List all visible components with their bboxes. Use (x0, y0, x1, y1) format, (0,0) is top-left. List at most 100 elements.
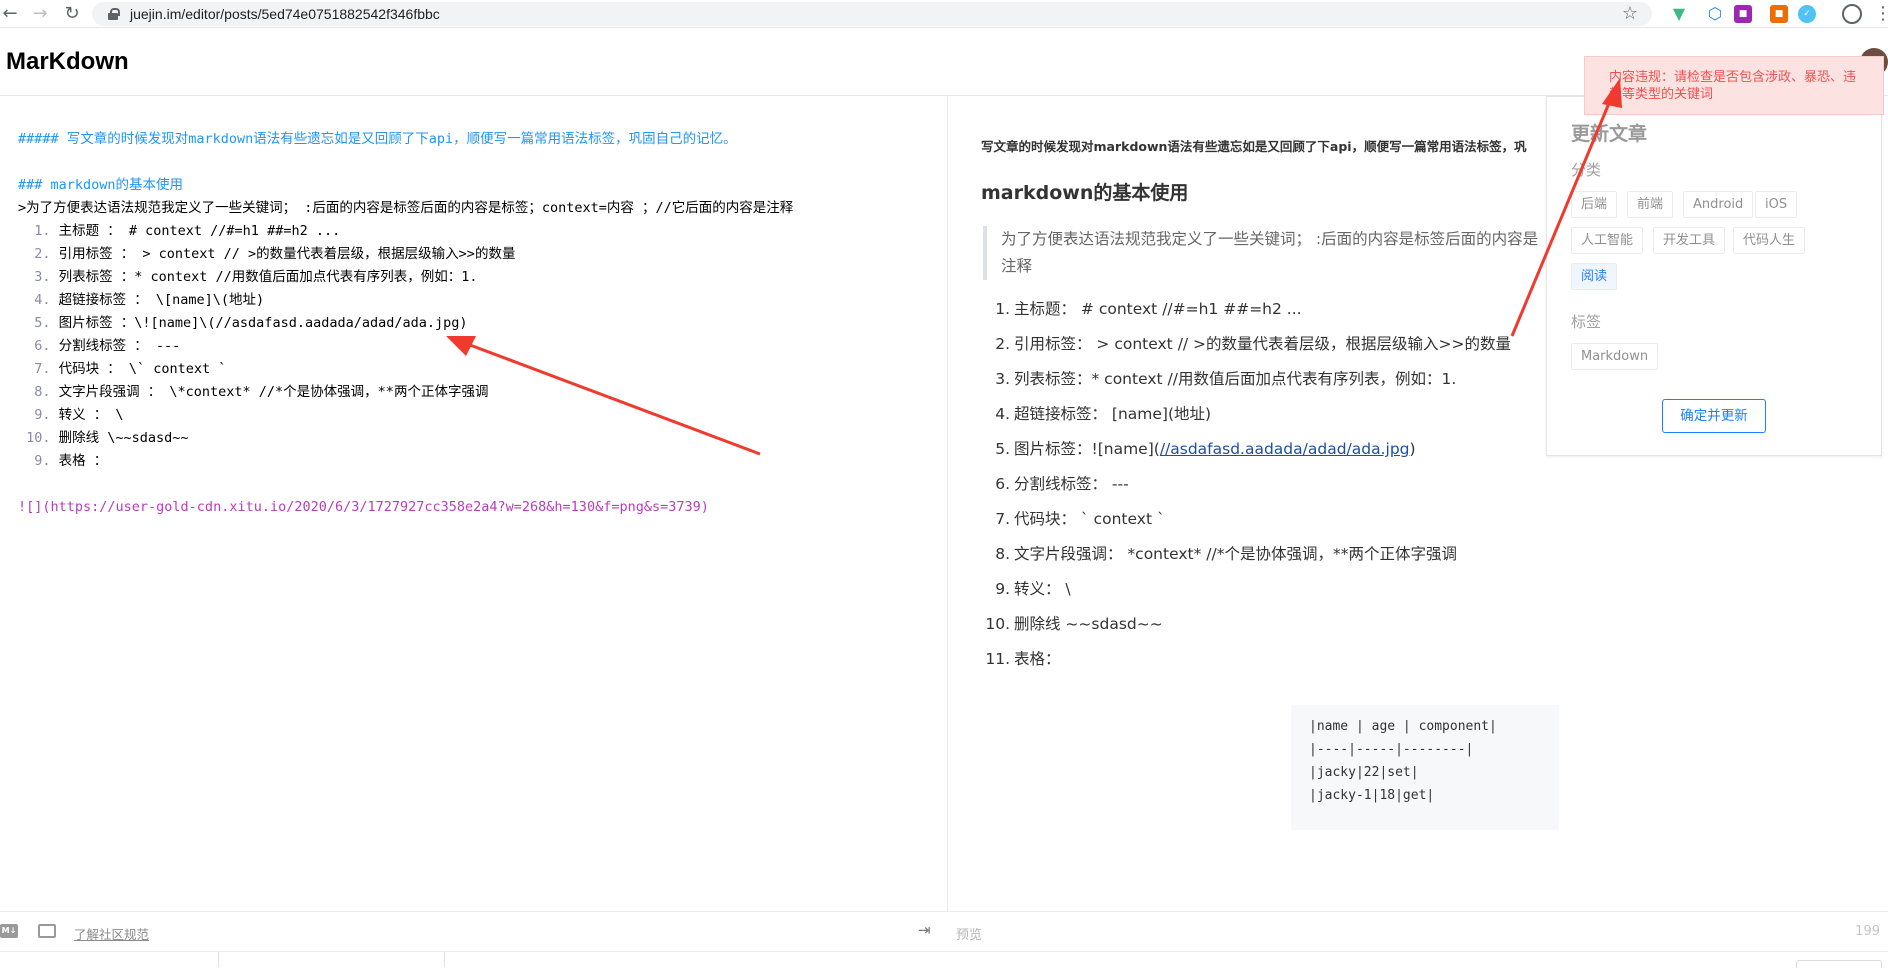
reload-icon[interactable]: ↻ (62, 4, 82, 24)
list-number: 9. (995, 580, 1010, 598)
source-line[interactable]: 8. 文字片段强调 ： \*context* //*个是协体强调，**两个正体字… (18, 381, 793, 404)
list-text: 表格： (1014, 650, 1061, 668)
source-line-text: 引用标签 ： > context // >的数量代表着层级，根据层级输入>>的数… (58, 246, 516, 262)
source-line[interactable]: 3. 列表标签 ：* context //用数值后面加点代表有序列表，例如：1. (18, 266, 793, 289)
source-line-number: 5. (18, 315, 59, 331)
extension-icon[interactable]: ⬡ (1706, 5, 1724, 23)
source-line[interactable]: 7. 代码块 ： \` context ` (18, 358, 793, 381)
category-list: 后端 前端 Android iOS 人工智能 开发工具 代码人生阅读 (1571, 191, 1871, 290)
bottom-strip (0, 951, 1888, 968)
list-text: 删除线 ~~sdasd~~ (1014, 615, 1163, 633)
forward-icon[interactable]: → (30, 4, 50, 24)
category-tag[interactable]: Android (1683, 191, 1754, 218)
category-tag[interactable]: 开发工具 (1653, 227, 1726, 254)
source-line[interactable]: ![](https://user-gold-cdn.xitu.io/2020/6… (18, 496, 793, 519)
source-line-number: 4. (18, 292, 59, 308)
source-line-text: 超链接标签 ： \[name]\(地址) (58, 292, 265, 308)
preview-heading: markdown的基本使用 (981, 182, 1189, 204)
list-number: 10. (985, 615, 1010, 633)
preview-list-item: 3. 列表标签：* context //用数值后面加点代表有序列表，例如：1. (983, 362, 1511, 397)
category-tag[interactable]: 人工智能 (1571, 227, 1644, 254)
source-line-number: 7. (18, 361, 59, 377)
category-tag[interactable]: 后端 (1571, 191, 1618, 218)
preview-label: 预览 (956, 928, 983, 943)
image-link[interactable]: //asdafasd.aadada/adad/ada.jpg (1160, 440, 1410, 458)
source-line[interactable] (18, 473, 793, 496)
source-line-text: >为了方便表达语法规范我定义了一些关键词； :后面的内容是标签后面的内容是标签；… (18, 200, 794, 216)
extension-icon[interactable]: ✓ (1798, 5, 1816, 23)
preview-list-item: 8. 文字片段强调： *context* //*个是协体强调，**两个正体字强调 (983, 537, 1511, 572)
list-text: 代码块： ` context ` (1014, 510, 1165, 528)
url-text[interactable]: juejin.im/editor/posts/5ed74e0751882542f… (130, 6, 440, 22)
browser-toolbar: ← → ↻ juejin.im/editor/posts/5ed74e07518… (0, 0, 1888, 28)
source-line-text: 分割线标签 ： --- (58, 338, 181, 354)
source-line-number: 6. (18, 338, 59, 354)
list-text: 列表标签：* context //用数值后面加点代表有序列表，例如：1. (1014, 370, 1457, 388)
divider (218, 952, 219, 967)
source-line-number: 9. (18, 453, 59, 469)
source-line[interactable] (18, 151, 793, 174)
source-line-number: 2. (18, 246, 59, 262)
markdown-editor[interactable]: ##### 写文章的时候发现对markdown语法有些遗忘如是又回顾了下api，… (0, 96, 948, 911)
list-text: 超链接标签： [name](地址) (1014, 405, 1212, 423)
preview-list-item: 1. 主标题： # context //#=h1 ##=h2 ... (983, 292, 1511, 327)
bottom-button[interactable] (1796, 960, 1882, 968)
source-line[interactable]: 4. 超链接标签 ： \[name]\(地址) (18, 289, 793, 312)
article-title[interactable]: MarKdown (6, 48, 129, 76)
back-icon[interactable]: ← (0, 4, 20, 24)
source-line[interactable]: >为了方便表达语法规范我定义了一些关键词； :后面的内容是标签后面的内容是标签；… (18, 197, 793, 220)
list-text: 图片标签：![name]( (1014, 440, 1160, 458)
preview-list-item: 6. 分割线标签： --- (983, 467, 1511, 502)
list-text-after: ) (1409, 440, 1416, 458)
category-tag[interactable]: 代码人生 (1733, 227, 1806, 254)
source-line[interactable]: 6. 分割线标签 ： --- (18, 335, 793, 358)
extension-icon[interactable]: ■ (1770, 5, 1788, 23)
source-line[interactable]: 5. 图片标签 ：\![name]\(//asdafasd.aadada/ada… (18, 312, 793, 335)
preview-blockquote: 为了方便表达语法规范我定义了一些关键词； :后面的内容是标签后面的内容是 注释 (983, 226, 1543, 280)
image-upload-icon[interactable] (38, 924, 56, 938)
source-line[interactable]: 10. 删除线 \~~sdasd~~ (18, 427, 793, 450)
community-guidelines-link[interactable]: 了解社区规范 (74, 924, 149, 943)
source-line[interactable]: ### markdown的基本使用 (18, 174, 793, 197)
preview-code-block: |name | age | component| |----|-----|----… (1291, 705, 1559, 830)
markdown-source[interactable]: ##### 写文章的时候发现对markdown语法有些遗忘如是又回顾了下api，… (18, 128, 793, 519)
source-line[interactable]: 9. 表格 ： (18, 450, 793, 473)
collapse-preview-icon[interactable]: ⇥ (918, 921, 931, 939)
source-line[interactable]: 1. 主标题 ： # context //#=h1 ##=h2 ... (18, 220, 793, 243)
source-line-text: ##### 写文章的时候发现对markdown语法有些遗忘如是又回顾了下api，… (18, 131, 737, 147)
list-number: 2. (995, 335, 1010, 353)
preview-quote-text: 为了方便表达语法规范我定义了一些关键词； :后面的内容是标签后面的内容是 (1001, 230, 1539, 248)
code-line: |----|-----|--------| (1309, 742, 1474, 757)
divider (444, 952, 445, 967)
source-line-number: 3. (18, 269, 59, 285)
article-tag[interactable]: Markdown (1571, 343, 1659, 370)
list-text: 文字片段强调： *context* //*个是协体强调，**两个正体字强调 (1014, 545, 1457, 563)
menu-icon[interactable]: ⋮ (1874, 3, 1888, 24)
popup-title: 更新文章 (1571, 123, 1648, 145)
source-line[interactable]: 2. 引用标签 ： > context // >的数量代表着层级，根据层级输入>… (18, 243, 793, 266)
category-tag[interactable]: iOS (1755, 191, 1798, 218)
preview-list-item: 5. 图片标签：![name](//asdafasd.aadada/adad/ad… (983, 432, 1511, 467)
source-line-number: 10. (18, 430, 59, 446)
preview-list-item: 4. 超链接标签： [name](地址) (983, 397, 1511, 432)
vue-extension-icon[interactable]: ▼ (1670, 5, 1688, 23)
extension-icon[interactable]: ■ (1734, 5, 1752, 23)
markdown-icon[interactable]: M↓ (0, 924, 18, 938)
lock-icon (108, 8, 120, 20)
code-line: |name | age | component| (1309, 719, 1497, 734)
preview-list-item: 2. 引用标签： > context // >的数量代表着层级，根据层级输入>>的… (983, 327, 1511, 362)
source-line-number: 1. (18, 223, 59, 239)
error-toast: 内容违规：请检查是否包含涉政、暴恐、违禁等类型的关键词 (1584, 56, 1884, 115)
preview-list-item: 10. 删除线 ~~sdasd~~ (983, 607, 1511, 642)
confirm-update-button[interactable]: 确定并更新 (1662, 399, 1766, 433)
bookmark-star-icon[interactable]: ☆ (1622, 3, 1638, 24)
category-tag[interactable]: 前端 (1627, 191, 1674, 218)
category-tag[interactable]: 阅读 (1571, 263, 1618, 290)
address-bar[interactable]: juejin.im/editor/posts/5ed74e0751882542f… (92, 2, 1652, 26)
profile-icon[interactable] (1842, 4, 1862, 24)
source-line[interactable]: 9. 转义 ： \ (18, 404, 793, 427)
source-line[interactable]: ##### 写文章的时候发现对markdown语法有些遗忘如是又回顾了下api，… (18, 128, 793, 151)
list-text: 主标题： # context //#=h1 ##=h2 ... (1014, 300, 1302, 318)
list-text: 引用标签： > context // >的数量代表着层级，根据层级输入>>的数量 (1014, 335, 1512, 353)
source-line-text: 删除线 \~~sdasd~~ (58, 430, 189, 446)
